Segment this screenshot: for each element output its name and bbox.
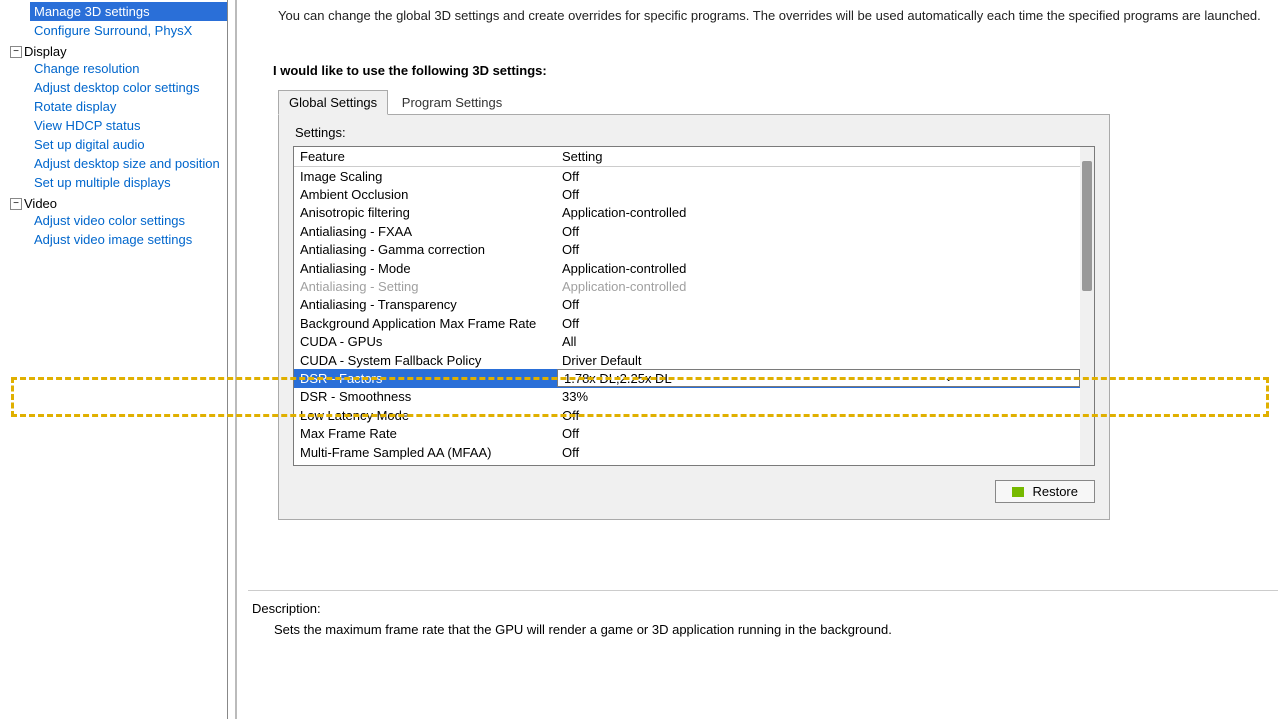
setting-cell: Application-controlled <box>556 261 1080 276</box>
feature-cell: Multi-Frame Sampled AA (MFAA) <box>294 445 556 460</box>
table-row[interactable]: DSR - Smoothness33% <box>294 388 1080 406</box>
feature-cell: Low Latency Mode <box>294 408 556 423</box>
table-row[interactable]: CUDA - GPUsAll <box>294 333 1080 351</box>
scrollbar[interactable] <box>1080 147 1094 465</box>
setting-cell: Off <box>556 224 1080 239</box>
feature-cell: Antialiasing - Mode <box>294 261 556 276</box>
chevron-down-icon[interactable]: ⌄ <box>819 373 1080 384</box>
table-row[interactable]: Antialiasing - SettingApplication-contro… <box>294 277 1080 295</box>
feature-cell: Antialiasing - Setting <box>294 279 556 294</box>
tree-group-video[interactable]: − Video <box>10 196 227 211</box>
table-row[interactable]: Antialiasing - TransparencyOff <box>294 296 1080 314</box>
table-row[interactable]: Low Latency ModeOff <box>294 406 1080 424</box>
sidebar-item[interactable]: View HDCP status <box>34 116 227 135</box>
vertical-divider <box>235 0 237 719</box>
tabs: Global Settings Program Settings <box>278 90 1278 115</box>
setting-cell: Off <box>556 297 1080 312</box>
tab-global-settings[interactable]: Global Settings <box>278 90 388 115</box>
dropdown-value: 1.78x DL;2.25x DL <box>558 371 819 386</box>
column-feature[interactable]: Feature <box>294 147 556 166</box>
sidebar-item[interactable]: Change resolution <box>34 59 227 78</box>
sidebar-item-configure-surround[interactable]: Configure Surround, PhysX <box>34 21 227 40</box>
table-row[interactable]: CUDA - System Fallback PolicyDriver Defa… <box>294 351 1080 369</box>
setting-cell: Driver Default <box>556 353 1080 368</box>
sidebar-item[interactable]: Adjust video color settings <box>34 211 227 230</box>
sidebar-item[interactable]: Set up multiple displays <box>34 173 227 192</box>
sidebar-item-manage-3d[interactable]: Manage 3D settings <box>30 2 227 21</box>
feature-cell: CUDA - GPUs <box>294 334 556 349</box>
sidebar-item[interactable]: Adjust desktop size and position <box>34 154 227 173</box>
feature-cell: Antialiasing - Transparency <box>294 297 556 312</box>
feature-cell: Max Frame Rate <box>294 426 556 441</box>
setting-cell: Off <box>556 169 1080 184</box>
table-row[interactable]: Antialiasing - ModeApplication-controlle… <box>294 259 1080 277</box>
setting-dropdown[interactable]: 1.78x DL;2.25x DL⌄ <box>557 369 1080 387</box>
setting-cell: Off <box>556 316 1080 331</box>
description-text: Sets the maximum frame rate that the GPU… <box>248 616 1278 637</box>
main-content: You can change the global 3D settings an… <box>248 0 1278 637</box>
feature-cell: Background Application Max Frame Rate <box>294 316 556 331</box>
table-row[interactable]: Multi-Frame Sampled AA (MFAA)Off <box>294 443 1080 461</box>
column-setting[interactable]: Setting <box>556 147 1094 166</box>
settings-panel: Settings: Feature Setting Image ScalingO… <box>278 114 1110 520</box>
feature-cell: Anisotropic filtering <box>294 205 556 220</box>
feature-cell: Ambient Occlusion <box>294 187 556 202</box>
group-label: Display <box>24 44 67 59</box>
table-row[interactable]: Ambient OcclusionOff <box>294 185 1080 203</box>
setting-cell: 33% <box>556 389 1080 404</box>
scrollbar-thumb[interactable] <box>1082 161 1092 291</box>
tree-group-display[interactable]: − Display <box>10 44 227 59</box>
table-row[interactable]: DSR - Factors1.78x DL;2.25x DL⌄ <box>294 369 1080 387</box>
settings-table: Feature Setting Image ScalingOffAmbient … <box>293 146 1095 466</box>
feature-cell: Image Scaling <box>294 169 556 184</box>
intro-text: You can change the global 3D settings an… <box>248 0 1278 43</box>
restore-label: Restore <box>1032 484 1078 499</box>
sidebar-item[interactable]: Set up digital audio <box>34 135 227 154</box>
table-row[interactable]: Max Frame RateOff <box>294 424 1080 442</box>
feature-cell: Antialiasing - Gamma correction <box>294 242 556 257</box>
setting-cell: Off <box>556 408 1080 423</box>
setting-cell: Off <box>556 445 1080 460</box>
feature-cell: DSR - Factors <box>294 371 556 386</box>
tab-program-settings[interactable]: Program Settings <box>392 91 512 114</box>
table-row[interactable]: Background Application Max Frame RateOff <box>294 314 1080 332</box>
setting-cell: All <box>556 334 1080 349</box>
section-title: I would like to use the following 3D set… <box>248 43 1278 90</box>
nvidia-icon <box>1012 487 1024 497</box>
setting-cell: Off <box>556 187 1080 202</box>
feature-cell: Antialiasing - FXAA <box>294 224 556 239</box>
setting-cell: Off <box>556 242 1080 257</box>
restore-button[interactable]: Restore <box>995 480 1095 503</box>
sidebar-item[interactable]: Rotate display <box>34 97 227 116</box>
feature-cell: CUDA - System Fallback Policy <box>294 353 556 368</box>
setting-cell: Application-controlled <box>556 205 1080 220</box>
feature-cell: DSR - Smoothness <box>294 389 556 404</box>
table-row[interactable]: Antialiasing - FXAAOff <box>294 222 1080 240</box>
setting-cell: Off <box>556 426 1080 441</box>
sidebar-item[interactable]: Adjust video image settings <box>34 230 227 249</box>
setting-cell: Application-controlled <box>556 279 1080 294</box>
table-row[interactable]: Antialiasing - Gamma correctionOff <box>294 241 1080 259</box>
sidebar-item[interactable]: Adjust desktop color settings <box>34 78 227 97</box>
table-row[interactable]: Anisotropic filteringApplication-control… <box>294 204 1080 222</box>
group-label: Video <box>24 196 57 211</box>
description-label: Description: <box>248 601 1278 616</box>
settings-label: Settings: <box>293 125 1095 146</box>
sidebar: Manage 3D settings Configure Surround, P… <box>0 0 228 719</box>
table-row[interactable]: Image ScalingOff <box>294 167 1080 185</box>
collapse-icon[interactable]: − <box>10 198 22 210</box>
table-header: Feature Setting <box>294 147 1094 167</box>
description-block: Description: Sets the maximum frame rate… <box>248 590 1278 637</box>
table-body: Image ScalingOffAmbient OcclusionOffAnis… <box>294 167 1080 465</box>
collapse-icon[interactable]: − <box>10 46 22 58</box>
